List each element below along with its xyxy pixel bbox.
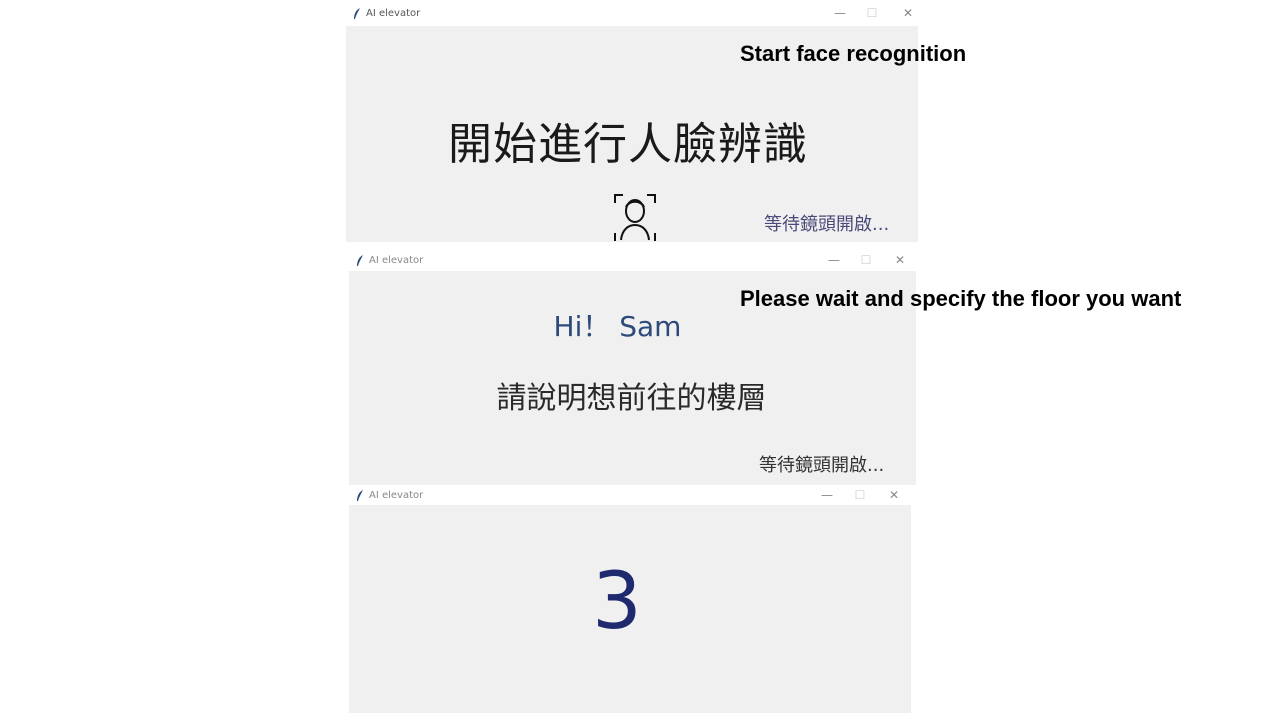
title-bar[interactable]: AI elevator — ☐ ✕ bbox=[349, 249, 916, 271]
window-floor-display: AI elevator — ☐ ✕ 3 bbox=[349, 485, 911, 713]
floor-prompt: 請說明想前往的樓層 bbox=[496, 381, 767, 416]
minimize-button[interactable]: — bbox=[824, 0, 856, 26]
title-bar[interactable]: AI elevator — ☐ ✕ bbox=[346, 0, 918, 26]
heading: 開始進行人臉辨識 bbox=[448, 119, 808, 170]
close-button[interactable]: ✕ bbox=[892, 0, 918, 26]
maximize-button[interactable]: ☐ bbox=[850, 249, 882, 271]
maximize-button[interactable]: ☐ bbox=[856, 0, 888, 26]
close-button[interactable]: ✕ bbox=[878, 485, 910, 505]
floor-number: 3 bbox=[592, 557, 642, 647]
close-button[interactable]: ✕ bbox=[884, 249, 916, 271]
feather-icon bbox=[355, 253, 365, 267]
window-face-recognition: AI elevator — ☐ ✕ 開始進行人臉辨識 等待鏡頭開啟... bbox=[346, 0, 918, 242]
minimize-button[interactable]: — bbox=[811, 485, 843, 505]
caption-specify-floor: Please wait and specify the floor you wa… bbox=[740, 286, 1182, 311]
window-title: AI elevator bbox=[366, 7, 421, 19]
title-bar[interactable]: AI elevator — ☐ ✕ bbox=[349, 485, 911, 505]
feather-icon bbox=[355, 488, 365, 502]
caption-start-face-recognition: Start face recognition bbox=[740, 41, 967, 66]
status-text: 等待鏡頭開啟... bbox=[759, 455, 885, 476]
window-content: 3 bbox=[349, 505, 911, 713]
face-scan-icon bbox=[614, 194, 656, 242]
minimize-button[interactable]: — bbox=[818, 249, 850, 271]
window-title: AI elevator bbox=[369, 254, 424, 266]
status-text: 等待鏡頭開啟... bbox=[764, 214, 890, 235]
maximize-button[interactable]: ☐ bbox=[844, 485, 876, 505]
window-specify-floor: AI elevator — ☐ ✕ Hi！ Sam 請說明想前往的樓層 等待鏡頭… bbox=[349, 249, 916, 485]
window-title: AI elevator bbox=[369, 489, 424, 501]
feather-icon bbox=[352, 6, 362, 20]
